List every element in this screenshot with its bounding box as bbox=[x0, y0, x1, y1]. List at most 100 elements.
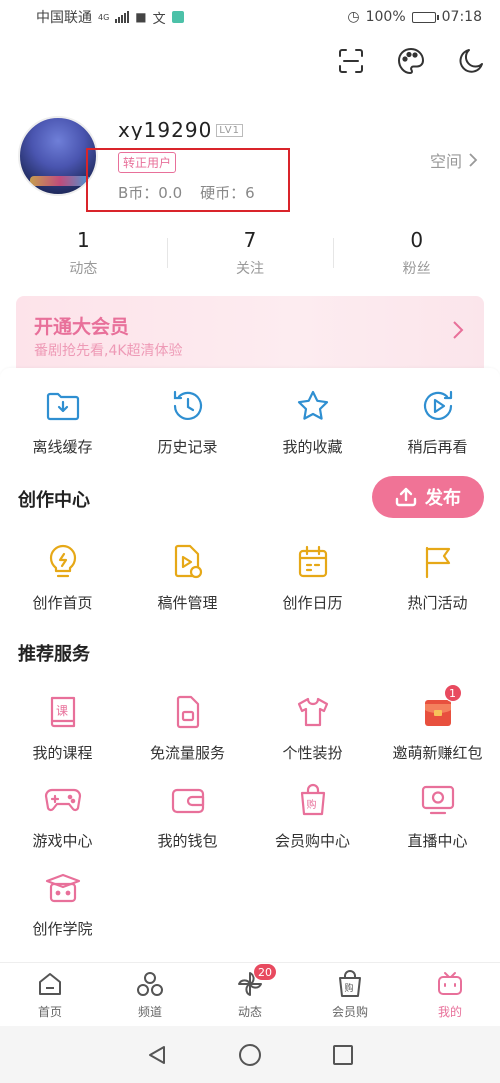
service-label: 会员购中心 bbox=[274, 832, 350, 850]
level-tag: LV1 bbox=[216, 124, 243, 137]
flag-icon bbox=[418, 542, 458, 582]
stat-label: 关注 bbox=[236, 261, 264, 277]
service-wallet[interactable]: 我的钱包 bbox=[125, 780, 250, 851]
moon-icon[interactable] bbox=[456, 46, 486, 76]
quick-action-history[interactable]: 历史记录 bbox=[125, 386, 250, 457]
publish-label: 发布 bbox=[425, 488, 461, 509]
highlight-annotation-box bbox=[86, 148, 290, 212]
service-label: 创作学院 bbox=[32, 920, 93, 938]
stat-dynamics[interactable]: 1 动态 bbox=[0, 228, 167, 284]
tab-dynamics[interactable]: 20 动态 bbox=[200, 963, 300, 1026]
tab-channel[interactable]: 频道 bbox=[100, 963, 200, 1026]
service-free-data[interactable]: 免流量服务 bbox=[125, 692, 250, 763]
quick-action-label: 历史记录 bbox=[157, 438, 218, 456]
network-type: 4G bbox=[98, 12, 110, 22]
alarm-icon: ◷ bbox=[347, 9, 360, 25]
download-folder-icon bbox=[43, 386, 83, 426]
manuscript-icon bbox=[168, 542, 208, 582]
service-label: 游戏中心 bbox=[32, 832, 93, 850]
shopping-bag-icon: 购 bbox=[335, 969, 365, 999]
vip-upgrade-card[interactable]: 开通大会员 番剧抢先看,4K超清体验 bbox=[16, 296, 484, 372]
service-personal-dressup[interactable]: 个性装扮 bbox=[250, 692, 375, 763]
tv-mascot-icon bbox=[435, 969, 465, 999]
calendar-icon bbox=[293, 542, 333, 582]
username-text: xy19290 bbox=[118, 118, 213, 140]
service-creator-academy[interactable]: 创作学院 bbox=[0, 868, 125, 939]
creation-calendar[interactable]: 创作日历 bbox=[250, 542, 375, 613]
back-icon[interactable] bbox=[146, 1044, 168, 1066]
svg-text:购: 购 bbox=[345, 982, 354, 994]
space-link[interactable]: 空间 bbox=[430, 148, 478, 172]
tab-label: 会员购 bbox=[331, 1005, 368, 1019]
profile-header: xy19290 LV1 转正用户 B币：0.0 硬币：6 空间 bbox=[18, 116, 488, 216]
creation-label: 创作首页 bbox=[32, 594, 93, 612]
tab-label: 动态 bbox=[237, 1005, 262, 1019]
briefcase-icon: ■ bbox=[135, 10, 147, 24]
service-label: 免流量服务 bbox=[149, 744, 225, 762]
watch-later-icon bbox=[418, 386, 458, 426]
publish-button[interactable]: 发布 bbox=[372, 476, 484, 518]
quick-action-label: 离线缓存 bbox=[32, 438, 93, 456]
clock: 07:18 bbox=[441, 9, 482, 25]
course-book-icon: 课 bbox=[43, 692, 83, 732]
service-my-courses[interactable]: 课 我的课程 bbox=[0, 692, 125, 763]
quick-action-favorites[interactable]: 我的收藏 bbox=[250, 386, 375, 457]
service-live-center[interactable]: 直播中心 bbox=[375, 780, 500, 851]
services-row-3: 创作学院 bbox=[0, 868, 500, 939]
quick-action-label: 稍后再看 bbox=[407, 438, 468, 456]
vip-card-title: 开通大会员 bbox=[34, 316, 130, 338]
creation-home[interactable]: 创作首页 bbox=[0, 542, 125, 613]
bottom-tab-bar: 首页 频道 20 动态 购 会员购 我的 bbox=[0, 962, 500, 1026]
quick-actions-row: 离线缓存 历史记录 我的收藏 稍后再看 bbox=[0, 386, 500, 457]
tab-home[interactable]: 首页 bbox=[0, 963, 100, 1026]
service-label: 个性装扮 bbox=[282, 744, 343, 762]
username[interactable]: xy19290 LV1 bbox=[118, 118, 243, 140]
quick-action-offline-cache[interactable]: 离线缓存 bbox=[0, 386, 125, 457]
avatar-image bbox=[30, 176, 90, 186]
battery-icon bbox=[411, 11, 439, 23]
creation-manuscripts[interactable]: 稿件管理 bbox=[125, 542, 250, 613]
stat-followers[interactable]: 0 粉丝 bbox=[333, 228, 500, 284]
app-icon bbox=[171, 11, 184, 23]
tab-mine[interactable]: 我的 bbox=[400, 963, 500, 1026]
notification-badge: 20 bbox=[253, 963, 277, 981]
shopping-bag-icon: 购 bbox=[293, 780, 333, 820]
notification-icon: 文 bbox=[152, 11, 166, 27]
wallet-icon bbox=[168, 780, 208, 820]
service-label: 我的课程 bbox=[32, 744, 93, 762]
creation-label: 创作日历 bbox=[282, 594, 343, 612]
stat-number: 7 bbox=[243, 228, 257, 252]
creation-hot-events[interactable]: 热门活动 bbox=[375, 542, 500, 613]
service-member-shop[interactable]: 购 会员购中心 bbox=[250, 780, 375, 851]
service-invite-red-envelope[interactable]: 1 邀萌新赚红包 bbox=[375, 684, 500, 763]
upload-icon bbox=[395, 487, 417, 507]
carrier-label: 中国联通 bbox=[36, 10, 92, 26]
notification-badge: 1 bbox=[443, 684, 462, 702]
service-game-center[interactable]: 游戏中心 bbox=[0, 780, 125, 851]
stats-row: 1 动态 7 关注 0 粉丝 bbox=[0, 228, 500, 284]
tab-label: 首页 bbox=[37, 1005, 62, 1019]
tab-label: 频道 bbox=[137, 1005, 162, 1019]
creation-label: 热门活动 bbox=[407, 594, 468, 612]
creation-row: 创作首页 稿件管理 创作日历 热门活动 bbox=[0, 542, 500, 613]
live-tv-icon bbox=[418, 780, 458, 820]
recommended-services-title: 推荐服务 bbox=[18, 644, 90, 665]
scan-icon[interactable] bbox=[336, 46, 366, 76]
home-icon bbox=[35, 969, 65, 999]
stat-label: 粉丝 bbox=[402, 261, 431, 277]
recents-icon[interactable] bbox=[332, 1044, 354, 1066]
creation-label: 稿件管理 bbox=[157, 594, 218, 612]
home-nav-icon[interactable] bbox=[238, 1043, 262, 1067]
tab-label: 我的 bbox=[437, 1005, 462, 1019]
top-toolbar bbox=[336, 46, 486, 76]
quick-action-label: 我的收藏 bbox=[282, 438, 343, 456]
creation-center-title: 创作中心 bbox=[18, 490, 90, 511]
stat-number: 1 bbox=[76, 228, 90, 252]
palette-icon[interactable] bbox=[396, 46, 426, 76]
history-clock-icon bbox=[168, 386, 208, 426]
quick-action-watch-later[interactable]: 稍后再看 bbox=[375, 386, 500, 457]
stat-following[interactable]: 7 关注 bbox=[166, 228, 334, 284]
svg-text:购: 购 bbox=[306, 798, 316, 811]
bulb-icon bbox=[43, 542, 83, 582]
tab-member-shop[interactable]: 购 会员购 bbox=[300, 963, 400, 1026]
